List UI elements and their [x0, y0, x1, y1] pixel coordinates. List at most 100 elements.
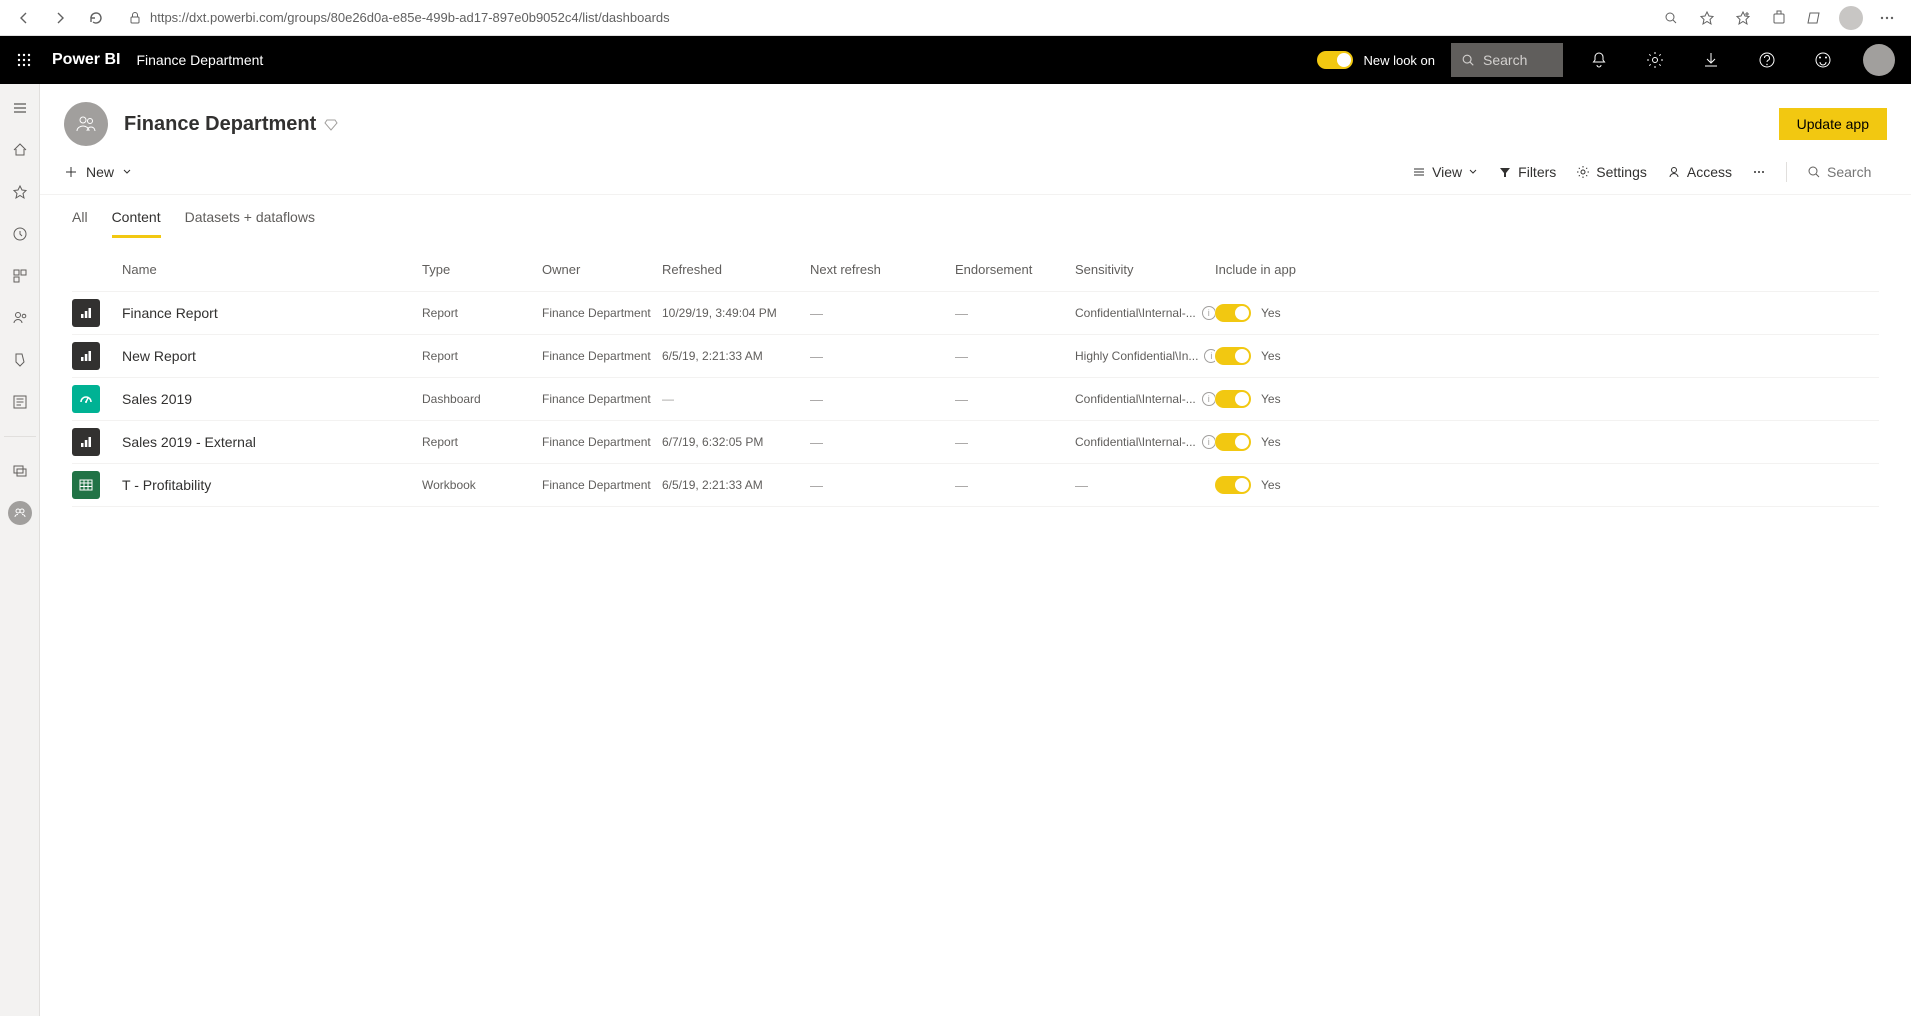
gear-icon — [1576, 165, 1590, 179]
cell-name[interactable]: Sales 2019 - External — [122, 434, 422, 450]
new-look-toggle[interactable] — [1317, 51, 1353, 69]
tab-bar: All Content Datasets + dataflows — [40, 195, 1911, 238]
forward-button[interactable] — [44, 2, 76, 34]
nav-current-workspace-icon[interactable] — [8, 501, 32, 525]
col-name[interactable]: Name — [122, 262, 422, 277]
view-list-icon — [1412, 165, 1426, 179]
refresh-button[interactable] — [80, 2, 112, 34]
nav-shared-icon[interactable] — [8, 306, 32, 330]
info-icon[interactable]: i — [1202, 392, 1215, 406]
col-owner[interactable]: Owner — [542, 262, 662, 277]
back-button[interactable] — [8, 2, 40, 34]
search-input[interactable] — [1827, 164, 1887, 180]
search-tool[interactable] — [1807, 164, 1887, 180]
cell-next-refresh: — — [810, 306, 955, 321]
nav-my-workspace-icon[interactable] — [8, 459, 32, 483]
content-table: Name Type Owner Refreshed Next refresh E… — [40, 248, 1911, 507]
user-avatar[interactable] — [1859, 40, 1899, 80]
extension-icon[interactable] — [1763, 2, 1795, 34]
cell-next-refresh: — — [810, 392, 955, 407]
cell-endorsement: — — [955, 349, 1075, 364]
browser-chrome: https://dxt.powerbi.com/groups/80e26d0a-… — [0, 0, 1911, 36]
more-icon — [1752, 165, 1766, 179]
include-toggle[interactable] — [1215, 433, 1251, 451]
col-refreshed[interactable]: Refreshed — [662, 262, 810, 277]
table-row[interactable]: Sales 2019DashboardFinance Department———… — [72, 378, 1879, 421]
person-icon — [1667, 165, 1681, 179]
view-button[interactable]: View — [1412, 164, 1478, 180]
top-breadcrumb[interactable]: Finance Department — [136, 52, 263, 68]
star-outline-icon[interactable] — [1691, 2, 1723, 34]
zoom-icon[interactable] — [1655, 2, 1687, 34]
col-next[interactable]: Next refresh — [810, 262, 955, 277]
profile-avatar[interactable] — [1835, 2, 1867, 34]
chevron-down-icon — [122, 167, 132, 177]
brand-label[interactable]: Power BI — [52, 51, 120, 69]
cell-name[interactable]: T - Profitability — [122, 477, 422, 493]
help-icon[interactable] — [1747, 40, 1787, 80]
include-label: Yes — [1261, 435, 1281, 449]
workspace-title: Finance Department — [124, 113, 316, 136]
table-row[interactable]: Sales 2019 - ExternalReportFinance Depar… — [72, 421, 1879, 464]
workspace-header: Finance Department Update app — [40, 84, 1911, 156]
cell-refreshed: — — [662, 392, 810, 406]
filters-button[interactable]: Filters — [1498, 164, 1556, 180]
include-toggle[interactable] — [1215, 476, 1251, 494]
cell-name[interactable]: Finance Report — [122, 305, 422, 321]
access-label: Access — [1687, 164, 1732, 180]
address-bar[interactable]: https://dxt.powerbi.com/groups/80e26d0a-… — [116, 10, 1651, 25]
col-type[interactable]: Type — [422, 262, 542, 277]
browser-more-icon[interactable] — [1871, 2, 1903, 34]
app-top-bar: Power BI Finance Department New look on … — [0, 36, 1911, 84]
col-include[interactable]: Include in app — [1215, 262, 1335, 277]
more-button[interactable] — [1752, 165, 1766, 179]
note-icon[interactable] — [1799, 2, 1831, 34]
nav-workspaces-icon[interactable] — [8, 390, 32, 414]
report-icon — [72, 299, 100, 327]
col-sensitivity[interactable]: Sensitivity — [1075, 262, 1215, 277]
feedback-icon[interactable] — [1803, 40, 1843, 80]
cell-type: Report — [422, 306, 542, 320]
include-toggle[interactable] — [1215, 304, 1251, 322]
tab-content[interactable]: Content — [112, 209, 161, 238]
cell-owner: Finance Department — [542, 392, 662, 406]
access-button[interactable]: Access — [1667, 164, 1732, 180]
cell-owner: Finance Department — [542, 349, 662, 363]
tab-datasets[interactable]: Datasets + dataflows — [185, 209, 315, 238]
notifications-icon[interactable] — [1579, 40, 1619, 80]
cell-endorsement: — — [955, 392, 1075, 407]
update-app-button[interactable]: Update app — [1779, 108, 1887, 140]
info-icon[interactable]: i — [1204, 349, 1215, 363]
table-row[interactable]: Finance ReportReportFinance Department10… — [72, 292, 1879, 335]
gear-icon[interactable] — [1635, 40, 1675, 80]
cell-type: Report — [422, 349, 542, 363]
workspace-avatar-icon — [64, 102, 108, 146]
nav-favorites-icon[interactable] — [8, 180, 32, 204]
cell-name[interactable]: Sales 2019 — [122, 391, 422, 407]
cell-name[interactable]: New Report — [122, 348, 422, 364]
cell-endorsement: — — [955, 478, 1075, 493]
search-icon — [1807, 165, 1821, 179]
cell-next-refresh: — — [810, 349, 955, 364]
nav-apps-icon[interactable] — [8, 264, 32, 288]
include-toggle[interactable] — [1215, 347, 1251, 365]
nav-learn-icon[interactable] — [8, 348, 32, 372]
new-label: New — [86, 164, 114, 180]
download-icon[interactable] — [1691, 40, 1731, 80]
info-icon[interactable]: i — [1202, 435, 1215, 449]
cell-refreshed: 6/5/19, 2:21:33 AM — [662, 349, 810, 363]
nav-menu-icon[interactable] — [8, 96, 32, 120]
table-row[interactable]: New ReportReportFinance Department6/5/19… — [72, 335, 1879, 378]
top-search-box[interactable]: Search — [1451, 43, 1563, 77]
settings-button[interactable]: Settings — [1576, 164, 1647, 180]
info-icon[interactable]: i — [1202, 306, 1215, 320]
app-launcher-icon[interactable] — [12, 48, 36, 72]
table-row[interactable]: T - ProfitabilityWorkbookFinance Departm… — [72, 464, 1879, 507]
include-toggle[interactable] — [1215, 390, 1251, 408]
favorites-star-plus-icon[interactable] — [1727, 2, 1759, 34]
new-button[interactable]: New — [64, 164, 132, 180]
nav-home-icon[interactable] — [8, 138, 32, 162]
tab-all[interactable]: All — [72, 209, 88, 238]
col-endorsement[interactable]: Endorsement — [955, 262, 1075, 277]
nav-recent-icon[interactable] — [8, 222, 32, 246]
